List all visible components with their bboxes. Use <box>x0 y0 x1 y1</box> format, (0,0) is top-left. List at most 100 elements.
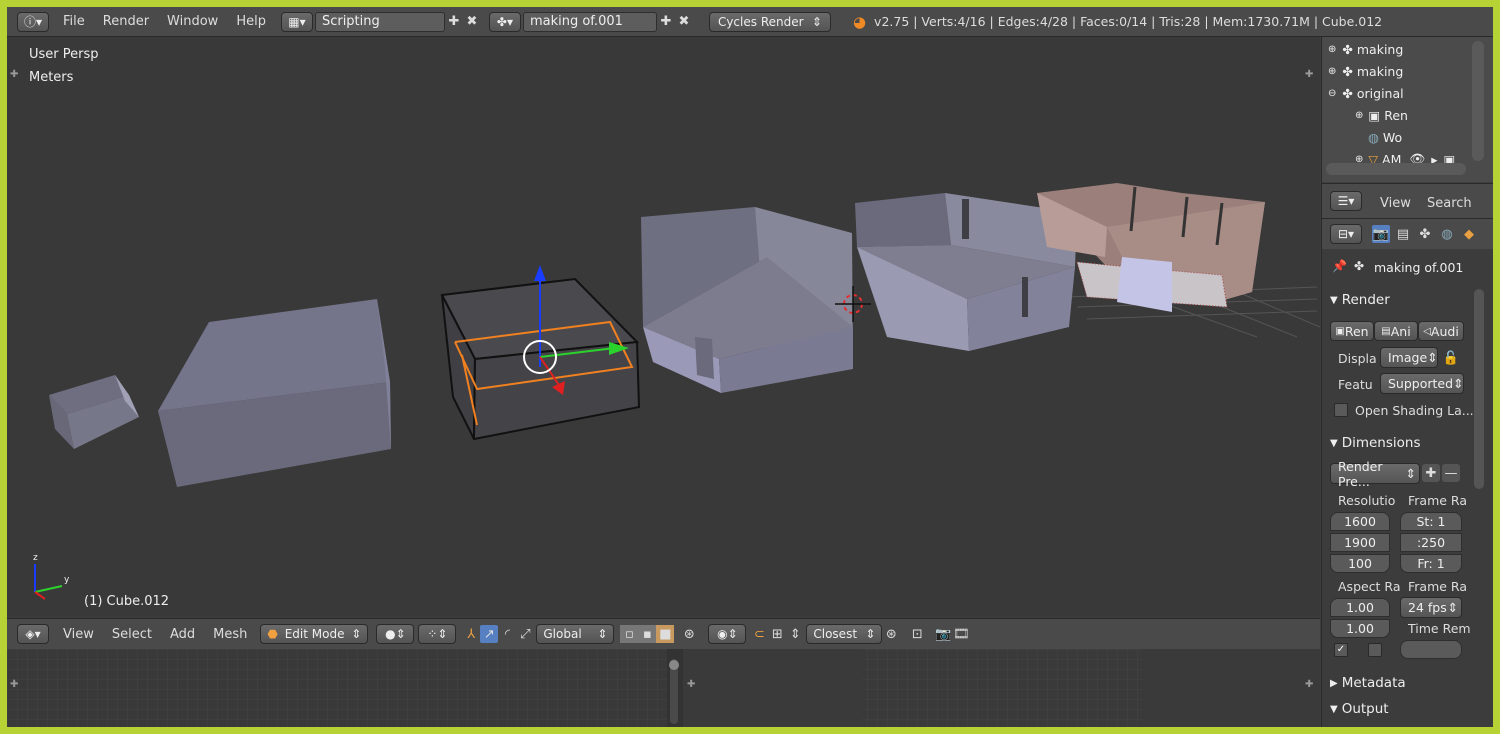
shading-select[interactable]: ●⇕ <box>376 624 415 644</box>
snap-magnet-icon[interactable]: ⊂ <box>750 625 768 643</box>
lower-editors[interactable]: ✚ ✚ ✚ <box>7 649 1320 727</box>
render-animation-icon[interactable]: 🎞 <box>952 625 970 643</box>
render-still-button[interactable]: ▣ Ren <box>1330 321 1374 341</box>
lock-interface-icon[interactable]: 🔓 <box>1442 349 1460 367</box>
menu-help[interactable]: Help <box>236 14 266 29</box>
large-box[interactable] <box>158 299 391 487</box>
render-tab-icon[interactable]: 📷 <box>1372 225 1390 243</box>
properties-scrollbar[interactable] <box>1474 289 1484 489</box>
rotate-icon[interactable]: ◜ <box>498 625 516 643</box>
snap-element-icon[interactable]: ⊞ <box>768 625 786 643</box>
opengl-render-icon[interactable]: ⊡ <box>908 625 926 643</box>
menu-render[interactable]: Render <box>103 14 149 29</box>
time-remap-old-field[interactable] <box>1400 640 1462 659</box>
selected-cube[interactable] <box>440 265 641 441</box>
screen-layout-browse[interactable]: ▦▾ <box>280 11 313 32</box>
resolution-y-field[interactable]: 1900 <box>1330 533 1390 552</box>
frame-end-field[interactable]: :250 <box>1400 533 1462 552</box>
properties-editor-type[interactable]: ⊟▾ <box>1330 224 1362 244</box>
proportional-edit-select[interactable]: ◉⇕ <box>708 624 747 644</box>
resolution-percent-field[interactable]: 100 <box>1330 554 1390 573</box>
scene-tab-icon[interactable]: ✤ <box>1416 225 1434 243</box>
outliner-h-scrollbar[interactable] <box>1326 163 1466 175</box>
remove-scene-icon[interactable]: ✖ <box>675 13 693 31</box>
frame-step-field[interactable]: Fr: 1 <box>1400 554 1462 573</box>
add-preset-icon[interactable]: ✚ <box>1422 464 1440 482</box>
outliner-scrollbar[interactable] <box>1472 41 1484 161</box>
small-cube[interactable] <box>49 375 139 449</box>
scene-icon: ✤▾ <box>496 14 513 29</box>
outliner-item[interactable]: ⊕ ▣ Ren <box>1355 105 1408 125</box>
menu-file[interactable]: File <box>63 14 85 29</box>
menu-select[interactable]: Select <box>112 627 152 642</box>
aspect-x-field[interactable]: 1.00 <box>1330 598 1390 617</box>
mode-select[interactable]: ⬣ Edit Mode ⇕ <box>260 624 369 644</box>
menu-view[interactable]: View <box>63 627 94 642</box>
editor-type-button[interactable]: ⓘ▾ <box>17 11 49 32</box>
pin-icon[interactable]: 📌 <box>1332 259 1347 273</box>
render-audio-button[interactable]: ◁ Audi <box>1418 321 1464 341</box>
manipulator-icon[interactable]: ⅄ <box>462 625 480 643</box>
menu-window[interactable]: Window <box>167 14 218 29</box>
menu-mesh[interactable]: Mesh <box>213 627 247 642</box>
render-engine-select[interactable]: Cycles Render ⇕ <box>708 11 831 32</box>
collapse-triangle-icon: ▼ <box>1330 703 1338 715</box>
vertex-select-icon[interactable]: ▫ <box>620 625 639 643</box>
outliner-item[interactable]: ⊖ ✤ original <box>1328 83 1404 103</box>
render-panel-header[interactable]: ▼ Render <box>1330 289 1480 311</box>
pivot-select[interactable]: ⁘⇕ <box>418 624 457 644</box>
translate-icon[interactable]: ↗ <box>480 625 499 643</box>
outliner-search-menu[interactable]: Search <box>1427 196 1472 211</box>
outliner-item[interactable]: ◍ Wo <box>1368 127 1402 147</box>
fps-select[interactable]: 24 fps ⇕ <box>1400 597 1462 618</box>
scale-icon[interactable]: ⤢ <box>516 625 534 643</box>
feature-set-label: Featu <box>1338 377 1373 392</box>
render-animation-button[interactable]: ▤ Ani <box>1374 321 1418 341</box>
expand-icon[interactable]: ✚ <box>687 679 695 690</box>
remove-preset-icon[interactable]: — <box>1442 464 1460 482</box>
expand-icon[interactable]: ✚ <box>10 679 18 690</box>
scene-browse[interactable]: ✤▾ <box>488 11 521 32</box>
outliner-editor-type[interactable]: ☰▾ <box>1330 191 1362 211</box>
properties-toggle-icon[interactable]: ✚ <box>1305 69 1313 80</box>
remove-layout-icon[interactable]: ✖ <box>463 13 481 31</box>
outliner-item[interactable]: ⊕ ✤ making <box>1328 61 1403 81</box>
3d-viewport[interactable]: User Persp Meters z y (1) Cube.012 ✚ ✚ <box>7 37 1320 617</box>
output-panel-header[interactable]: ▼ Output <box>1330 698 1480 720</box>
add-layout-icon[interactable]: ✚ <box>445 13 463 31</box>
open-box-model[interactable] <box>641 207 853 393</box>
outliner-view-menu[interactable]: View <box>1380 196 1411 211</box>
menu-add[interactable]: Add <box>170 627 195 642</box>
editor-type-3d-button[interactable]: ◈▾ <box>17 624 49 644</box>
toolshelf-toggle-icon[interactable]: ✚ <box>10 69 18 80</box>
display-select[interactable]: Image ⇕ <box>1380 347 1438 368</box>
screen-layout-field[interactable]: Scripting <box>314 11 445 32</box>
open-shading-checkbox[interactable] <box>1334 403 1348 417</box>
resolution-x-field[interactable]: 1600 <box>1330 512 1390 531</box>
world-tab-icon[interactable]: ◍ <box>1438 225 1456 243</box>
edit-mode-icon: ⬣ <box>267 627 278 641</box>
render-layers-tab-icon[interactable]: ▤ <box>1394 225 1412 243</box>
snap-target-select[interactable]: Closest ⇕ <box>806 624 883 644</box>
aspect-y-field[interactable]: 1.00 <box>1330 619 1390 638</box>
axis-gizmo <box>34 564 63 600</box>
orientation-select[interactable]: Global ⇕ <box>536 624 615 644</box>
frame-start-field[interactable]: St: 1 <box>1400 512 1462 531</box>
metadata-panel-header[interactable]: ▶ Metadata <box>1330 672 1480 694</box>
add-scene-icon[interactable]: ✚ <box>657 13 675 31</box>
render-presets-select[interactable]: Render Pre... ⇕ <box>1330 459 1420 489</box>
outliner-item[interactable]: ⊕ ✤ making <box>1328 39 1403 59</box>
face-select-icon[interactable]: ■ <box>656 625 675 643</box>
object-tab-icon[interactable]: ◆ <box>1460 225 1478 243</box>
expand-icon[interactable]: ✚ <box>1305 679 1313 690</box>
scene-field[interactable]: making of.001 <box>522 11 657 32</box>
crop-checkbox[interactable] <box>1368 643 1382 657</box>
dimensions-panel-header[interactable]: ▼ Dimensions <box>1330 432 1480 454</box>
border-checkbox[interactable]: ✓ <box>1334 643 1348 657</box>
limit-selection-icon[interactable]: ⊛ <box>680 625 698 643</box>
edge-select-icon[interactable]: ▪ <box>638 625 657 643</box>
feature-set-select[interactable]: Supported ⇕ <box>1380 373 1464 394</box>
render-image-icon[interactable]: 📷 <box>934 625 952 643</box>
snap-align-icon[interactable]: ⊛ <box>882 625 900 643</box>
outliner[interactable]: ⊕ ✤ making ⊕ ✤ making ⊖ ✤ original ⊕ ▣ Ren ◍ Wo ⊕… <box>1322 37 1493 182</box>
